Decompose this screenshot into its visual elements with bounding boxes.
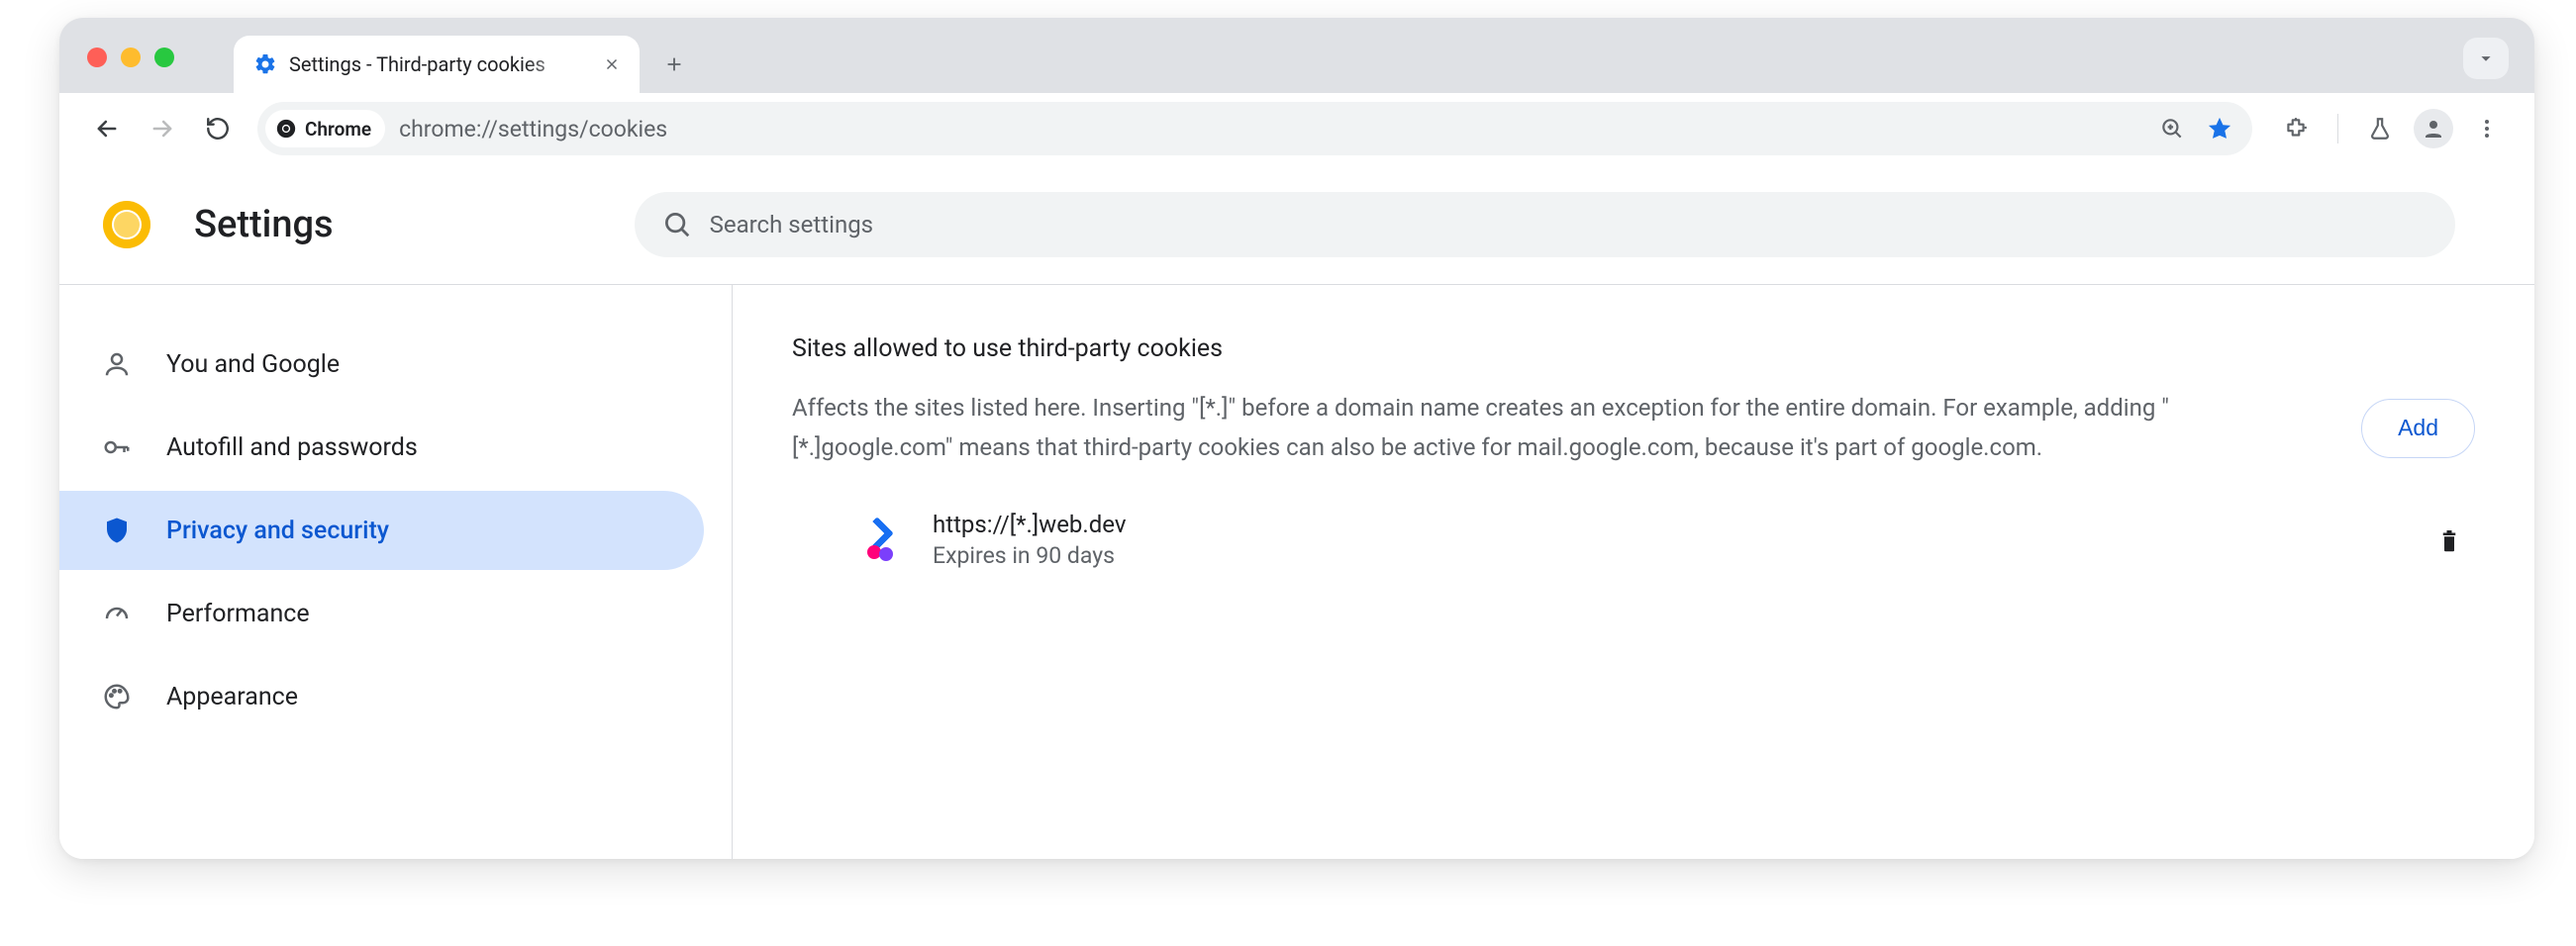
search-icon: [662, 210, 692, 239]
search-placeholder: Search settings: [710, 211, 873, 238]
main-panel: Sites allowed to use third-party cookies…: [733, 285, 2534, 859]
key-icon: [99, 432, 135, 462]
delete-site-button[interactable]: [2427, 519, 2471, 562]
trash-icon: [2434, 525, 2464, 555]
section-title: Sites allowed to use third-party cookies: [792, 334, 2475, 363]
reload-button[interactable]: [194, 105, 242, 152]
palette-icon: [99, 682, 135, 711]
window-minimize-button[interactable]: [121, 47, 141, 67]
site-chip-label: Chrome: [305, 118, 371, 141]
window-close-button[interactable]: [87, 47, 107, 67]
add-site-button[interactable]: Add: [2361, 399, 2475, 458]
sidebar-item-autofill[interactable]: Autofill and passwords: [59, 408, 704, 487]
sidebar-item-label: Performance: [166, 600, 310, 628]
forward-button[interactable]: [139, 105, 186, 152]
sidebar-item-appearance[interactable]: Appearance: [59, 657, 704, 736]
chrome-logo-icon: [103, 201, 150, 248]
sidebar-item-label: Privacy and security: [166, 517, 389, 545]
separator: [2337, 114, 2338, 143]
person-icon: [99, 349, 135, 379]
new-tab-button[interactable]: [653, 44, 695, 85]
speedometer-icon: [99, 599, 135, 628]
sidebar-item-label: You and Google: [166, 350, 340, 379]
tab-title: Settings - Third-party cookies: [289, 52, 582, 76]
sidebar-item-label: Appearance: [166, 683, 298, 711]
site-chip[interactable]: Chrome: [265, 110, 385, 147]
window-controls: [87, 47, 174, 67]
browser-tab[interactable]: Settings - Third-party cookies: [234, 36, 640, 93]
bookmark-star-icon[interactable]: [2203, 112, 2236, 145]
toolbar: Chrome chrome://settings/cookies: [59, 93, 2534, 164]
settings-page: Settings Search settings You and Google: [59, 164, 2534, 859]
shield-icon: [99, 516, 135, 545]
sidebar: You and Google Autofill and passwords Pr…: [59, 285, 733, 859]
address-bar[interactable]: Chrome chrome://settings/cookies: [257, 102, 2252, 155]
sidebar-item-privacy-security[interactable]: Privacy and security: [59, 491, 704, 570]
labs-button[interactable]: [2356, 105, 2404, 152]
sidebar-item-label: Autofill and passwords: [166, 433, 418, 462]
settings-header: Settings Search settings: [59, 164, 2534, 285]
chrome-icon: [275, 118, 297, 140]
allowed-site-row: https://[*.]web.dev Expires in 90 days: [792, 495, 2475, 585]
section-description: Affects the sites listed here. Inserting…: [792, 389, 2322, 467]
url-text: chrome://settings/cookies: [399, 116, 2141, 142]
sidebar-item-you-and-google[interactable]: You and Google: [59, 325, 704, 404]
page-title: Settings: [194, 203, 334, 246]
settings-search[interactable]: Search settings: [635, 192, 2455, 257]
site-favicon: [861, 520, 903, 561]
sidebar-item-performance[interactable]: Performance: [59, 574, 704, 653]
profile-button[interactable]: [2414, 109, 2453, 148]
tabs-area: Settings - Third-party cookies: [234, 18, 695, 93]
tab-strip: Settings - Third-party cookies: [59, 18, 2534, 93]
settings-gear-icon: [253, 52, 277, 76]
site-expiry: Expires in 90 days: [933, 542, 1126, 569]
zoom-icon[interactable]: [2155, 112, 2189, 145]
extensions-button[interactable]: [2272, 105, 2320, 152]
back-button[interactable]: [83, 105, 131, 152]
tab-search-button[interactable]: [2463, 38, 2509, 79]
section-header-row: Affects the sites listed here. Inserting…: [792, 389, 2475, 467]
tab-close-button[interactable]: [600, 52, 624, 76]
settings-body: You and Google Autofill and passwords Pr…: [59, 285, 2534, 859]
browser-window: Settings - Third-party cookies: [59, 18, 2534, 859]
window-maximize-button[interactable]: [154, 47, 174, 67]
site-pattern: https://[*.]web.dev: [933, 511, 1126, 538]
chrome-menu-button[interactable]: [2463, 105, 2511, 152]
